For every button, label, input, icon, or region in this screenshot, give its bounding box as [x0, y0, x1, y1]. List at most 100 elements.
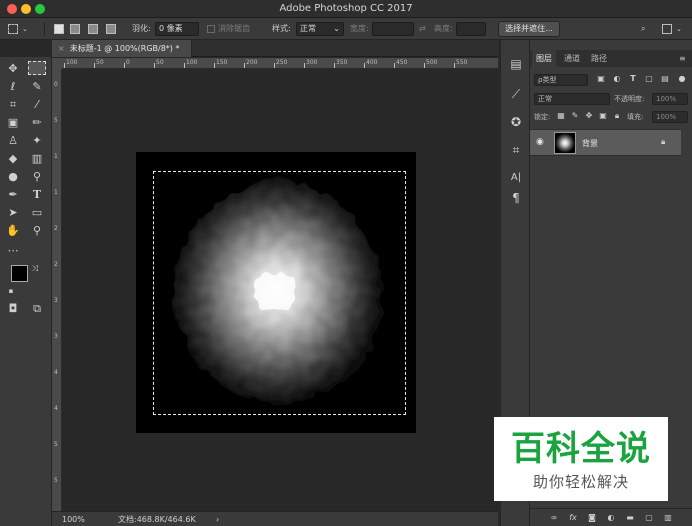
selection-marquee[interactable]: [153, 171, 406, 415]
search-icon[interactable]: ⌕: [641, 22, 645, 36]
blend-mode-select[interactable]: 正常: [534, 93, 610, 105]
width-input[interactable]: [372, 22, 414, 36]
lock-all-icon[interactable]: 🔒︎: [612, 111, 622, 121]
smart-object-filter-icon[interactable]: ▤: [660, 74, 670, 84]
document-canvas[interactable]: [136, 152, 416, 433]
lock-position-icon[interactable]: ✥: [584, 111, 594, 121]
ruler-tick: [124, 63, 125, 68]
close-tab-icon[interactable]: ×: [58, 44, 65, 53]
gradient-tool-icon[interactable]: ▥: [28, 151, 46, 167]
paragraph-panel-icon[interactable]: ¶: [507, 190, 525, 206]
select-and-mask-button[interactable]: 选择并遮住...: [498, 21, 560, 37]
trash-icon[interactable]: ▥: [662, 512, 674, 524]
default-colors-icon[interactable]: ▪: [6, 283, 16, 299]
horizontal-ruler[interactable]: 100 50 0 50 100 150 200 250 300 350 400 450 500 550: [62, 58, 498, 69]
lock-row: 锁定: ▦ ✎ ✥ ▣ 🔒︎ 填充: 100%: [534, 110, 689, 124]
adjustments-panel-icon[interactable]: ✪: [507, 114, 525, 130]
new-selection-icon[interactable]: [54, 24, 64, 34]
eraser-tool-icon[interactable]: ◆: [4, 151, 22, 167]
shape-filter-icon[interactable]: ▢: [644, 74, 654, 84]
document-tab[interactable]: × 未标题-1 @ 100%(RGB/8*) *: [52, 40, 192, 57]
quick-selection-tool-icon[interactable]: ✎: [28, 79, 46, 95]
layer-row-background[interactable]: ◉ 背景 🔒︎: [530, 129, 681, 156]
healing-brush-tool-icon[interactable]: ▣: [4, 115, 22, 131]
pen-tool-icon[interactable]: ✒: [4, 187, 22, 203]
document-tabs: × 未标题-1 @ 100%(RGB/8*) *: [52, 40, 498, 57]
new-layer-icon[interactable]: ▢: [643, 512, 655, 524]
adjustment-layer-icon[interactable]: ◐: [605, 512, 617, 524]
lock-pixels-icon[interactable]: ✎: [570, 111, 580, 121]
chevron-down-icon[interactable]: ⌄: [22, 22, 28, 36]
curves-panel-icon[interactable]: ⟋: [507, 86, 525, 102]
new-group-icon[interactable]: ▬: [624, 512, 636, 524]
intersect-selection-icon[interactable]: [106, 24, 116, 34]
panel-menu-icon[interactable]: ≡: [675, 50, 690, 67]
blur-tool-icon[interactable]: ●: [4, 169, 22, 185]
fill-input[interactable]: 100%: [652, 111, 688, 123]
status-menu-arrow[interactable]: ›: [216, 514, 219, 525]
lock-artboard-icon[interactable]: ▣: [598, 111, 608, 121]
character-panel-icon[interactable]: A|: [507, 170, 525, 186]
fill-label: 填充:: [627, 113, 644, 121]
filter-kind-select[interactable]: ρ类型: [534, 74, 588, 86]
foreground-color-swatch[interactable]: [11, 265, 28, 282]
add-selection-icon[interactable]: [70, 24, 80, 34]
eye-icon[interactable]: ◉: [536, 137, 544, 147]
swap-icon[interactable]: ⇄: [419, 22, 426, 36]
filter-toggle-icon[interactable]: ●: [677, 74, 687, 84]
tab-channels[interactable]: 通道: [560, 50, 584, 67]
ruler-label: 0: [126, 59, 130, 66]
fx-icon[interactable]: fx: [567, 512, 579, 524]
marquee-preset-icon[interactable]: [8, 24, 18, 34]
swap-colors-icon[interactable]: ⤨: [30, 261, 40, 277]
screen-mode-icon[interactable]: ⧉: [28, 301, 46, 317]
canvas-area[interactable]: [62, 69, 498, 511]
subtract-selection-icon[interactable]: [88, 24, 98, 34]
type-filter-icon[interactable]: T: [628, 74, 638, 84]
vertical-ruler[interactable]: 0 5 1 1 2 2 3 3 4 4 5 5: [52, 69, 62, 511]
lock-transparent-icon[interactable]: ▦: [556, 111, 566, 121]
clone-stamp-tool-icon[interactable]: ♙: [4, 133, 22, 149]
more-tools-icon[interactable]: ⋯: [4, 243, 22, 259]
history-panel-icon[interactable]: ▤: [507, 56, 525, 72]
ruler-tick: [274, 63, 275, 68]
quick-mask-icon[interactable]: ◘: [4, 301, 22, 317]
ruler-tick: [244, 63, 245, 68]
pixel-filter-icon[interactable]: ▣: [596, 74, 606, 84]
path-selection-tool-icon[interactable]: ➤: [4, 205, 22, 221]
history-brush-tool-icon[interactable]: ✦: [28, 133, 46, 149]
brush-tool-icon[interactable]: ✏: [28, 115, 46, 131]
tab-layers[interactable]: 图层: [532, 50, 556, 67]
workspace-icon[interactable]: [662, 24, 672, 34]
layer-name[interactable]: 背景: [582, 138, 598, 149]
document-info[interactable]: 文档:468.8K/464.6K: [118, 514, 196, 525]
style-select[interactable]: 正常 ⌄: [296, 22, 344, 36]
eyedropper-tool-icon[interactable]: ⁄: [28, 97, 46, 113]
ruler-origin[interactable]: [52, 58, 62, 69]
crop-tool-icon[interactable]: ⌗: [4, 97, 22, 113]
zoom-tool-icon[interactable]: ⚲: [28, 223, 46, 239]
window-title: Adobe Photoshop CC 2017: [279, 3, 413, 14]
hand-tool-icon[interactable]: ✋: [4, 223, 22, 239]
rectangle-tool-icon[interactable]: ▭: [28, 205, 46, 221]
chevron-down-icon[interactable]: ⌄: [676, 22, 682, 36]
zoom-level[interactable]: 100%: [62, 514, 85, 525]
lasso-tool-icon[interactable]: ℓ: [4, 79, 22, 95]
style-value: 正常: [300, 24, 316, 33]
adjustment-filter-icon[interactable]: ◐: [612, 74, 622, 84]
height-input[interactable]: [456, 22, 486, 36]
move-tool-icon[interactable]: ✥: [4, 61, 22, 77]
rectangular-marquee-tool-icon[interactable]: [28, 61, 46, 75]
dodge-tool-icon[interactable]: ⚲: [28, 169, 46, 185]
link-layers-icon[interactable]: ∞: [548, 512, 560, 524]
layer-mask-icon[interactable]: ◙: [586, 512, 598, 524]
opacity-input[interactable]: 100%: [652, 93, 688, 105]
antialias-checkbox[interactable]: [207, 25, 215, 33]
feather-input[interactable]: 0 像素: [155, 22, 199, 36]
ruler-label: 3: [54, 333, 58, 340]
crop-panel-icon[interactable]: ⌗: [507, 142, 525, 158]
ruler-tick: [424, 63, 425, 68]
title-bar: Adobe Photoshop CC 2017: [0, 0, 692, 18]
tab-paths[interactable]: 路径: [587, 50, 611, 67]
type-tool-icon[interactable]: T: [28, 187, 46, 203]
